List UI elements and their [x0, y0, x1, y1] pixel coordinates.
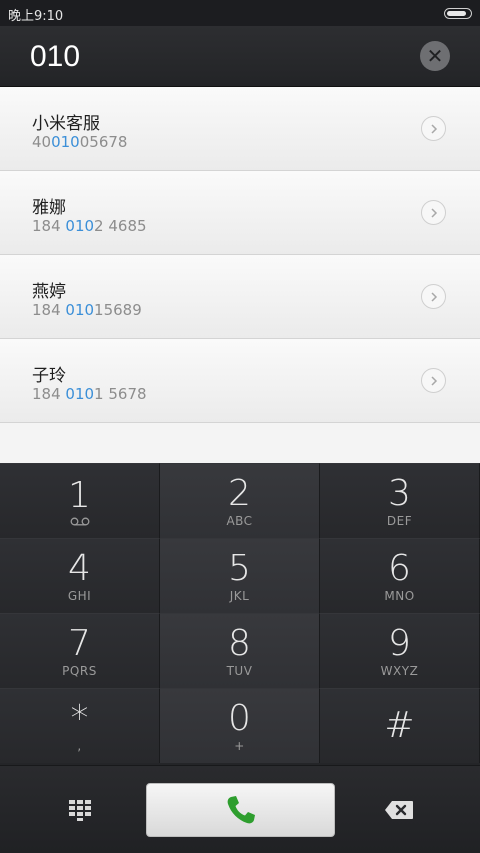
key-8[interactable]: 8 TUV — [160, 613, 320, 688]
key-digit: # — [384, 704, 415, 746]
key-digit: 3 — [388, 472, 411, 514]
contact-row[interactable]: 燕婷 184 01015689 — [0, 255, 480, 339]
key-5[interactable]: 5 JKL — [160, 538, 320, 613]
key-letters: PQRS — [62, 663, 97, 678]
key-digit: 5 — [228, 547, 251, 589]
battery-fill — [447, 11, 466, 16]
key-letters: TUV — [226, 663, 253, 678]
dial-action-bar — [0, 765, 480, 853]
key-digit: * — [70, 697, 89, 739]
key-6[interactable]: 6 MNO — [320, 538, 480, 613]
key-letters: MNO — [384, 588, 415, 603]
key-letters: GHI — [67, 588, 92, 603]
key-digit: 2 — [228, 472, 251, 514]
key-9[interactable]: 9 WXYZ — [320, 613, 480, 688]
dial-search-header: 010 ✕ — [0, 26, 480, 87]
key-digit: 1 — [68, 474, 91, 516]
contact-number: 184 0101 5678 — [32, 385, 147, 403]
results-empty-area — [0, 423, 480, 463]
phone-icon — [227, 796, 255, 824]
clear-number-button[interactable]: ✕ — [420, 41, 450, 71]
contact-detail-button[interactable] — [421, 368, 446, 393]
key-digit: 4 — [68, 547, 91, 589]
key-3[interactable]: 3 DEF — [320, 463, 480, 538]
key-hash[interactable]: # — [320, 688, 480, 763]
contact-detail-button[interactable] — [421, 200, 446, 225]
dial-keypad: 1 2 ABC 3 DEF 4 GHI 5 JKL 6 MNO 7 PQRS 8… — [0, 463, 480, 765]
match-highlight: 010 — [65, 301, 95, 319]
key-2[interactable]: 2 ABC — [160, 463, 320, 538]
status-bar: 晚上9:10 — [0, 0, 480, 26]
contact-results-list: 小米客服 4001005678 雅娜 184 0102 4685 燕婷 184 … — [0, 87, 480, 463]
contact-row[interactable]: 雅娜 184 0102 4685 — [0, 171, 480, 255]
key-4[interactable]: 4 GHI — [0, 538, 160, 613]
key-letters: JKL — [229, 588, 250, 603]
match-highlight: 010 — [51, 133, 80, 151]
voicemail-icon — [70, 517, 89, 525]
close-circle-icon: ✕ — [426, 44, 444, 68]
contact-detail-button[interactable] — [421, 116, 446, 141]
contact-name: 燕婷 — [32, 282, 66, 302]
key-7[interactable]: 7 PQRS — [0, 613, 160, 688]
key-letters: ABC — [226, 513, 253, 528]
key-digit: 8 — [228, 622, 251, 664]
key-letters: DEF — [386, 513, 413, 528]
key-letters: , — [77, 738, 82, 753]
backspace-button[interactable] — [382, 798, 416, 822]
key-digit: 9 — [388, 622, 411, 664]
dialpad-toggle-button[interactable] — [64, 796, 96, 824]
contact-row[interactable]: 小米客服 4001005678 — [0, 87, 480, 171]
contact-detail-button[interactable] — [421, 284, 446, 309]
chevron-right-icon — [430, 375, 437, 386]
chevron-right-icon — [430, 207, 437, 218]
match-highlight: 010 — [65, 217, 95, 235]
contact-number: 184 0102 4685 — [32, 217, 147, 235]
chevron-right-icon — [430, 123, 437, 134]
key-star[interactable]: * , — [0, 688, 160, 763]
backspace-icon — [385, 801, 413, 819]
contact-name: 雅娜 — [32, 198, 66, 218]
dialpad-grid-icon — [69, 800, 91, 821]
status-time: 晚上9:10 — [8, 9, 64, 24]
contact-name: 小米客服 — [32, 114, 100, 134]
key-digit: 0 — [228, 697, 251, 739]
contact-number: 4001005678 — [32, 133, 128, 151]
contact-number: 184 01015689 — [32, 301, 142, 319]
key-digit: 7 — [68, 622, 91, 664]
key-letters: WXYZ — [380, 663, 419, 678]
chevron-right-icon — [430, 291, 437, 302]
key-digit: 6 — [388, 547, 411, 589]
call-button[interactable] — [146, 783, 335, 837]
key-1[interactable]: 1 — [0, 463, 160, 538]
dialed-number-field[interactable]: 010 — [30, 40, 80, 74]
battery-icon — [444, 8, 472, 19]
match-highlight: 010 — [65, 385, 95, 403]
key-0[interactable]: 0 + — [160, 688, 320, 763]
contact-name: 子玲 — [32, 366, 66, 386]
contact-row[interactable]: 子玲 184 0101 5678 — [0, 339, 480, 423]
key-letters: + — [234, 738, 245, 753]
